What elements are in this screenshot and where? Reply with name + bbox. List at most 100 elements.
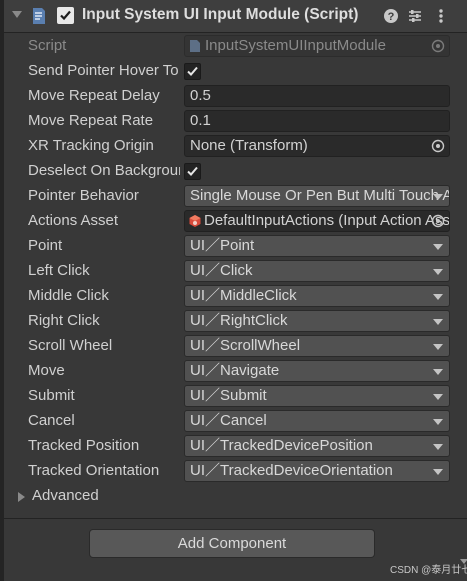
component-body: Script InputSystemUIInputModule Send Poi…	[4, 33, 467, 518]
actions-asset-value: DefaultInputActions (Input Action Asset)	[204, 212, 450, 229]
scroll-wheel-label: Scroll Wheel	[28, 337, 113, 354]
chevron-right-icon[interactable]	[18, 492, 25, 502]
advanced-label: Advanced	[32, 487, 99, 504]
submit-value: UI／Submit	[190, 387, 267, 404]
chevron-down-icon	[433, 194, 443, 200]
row-move-repeat-delay: Move Repeat Delay 0.5	[4, 84, 467, 109]
object-picker-icon[interactable]	[430, 138, 446, 154]
actions-asset-field[interactable]: DefaultInputActions (Input Action Asset)	[184, 210, 450, 232]
move-repeat-delay-label: Move Repeat Delay	[28, 87, 160, 104]
middle-click-dropdown[interactable]: UI／MiddleClick	[184, 285, 450, 307]
row-move-repeat-rate: Move Repeat Rate 0.1	[4, 109, 467, 134]
right-click-value: UI／RightClick	[190, 312, 288, 329]
left-click-value: UI／Click	[190, 262, 253, 279]
actions-asset-label: Actions Asset	[28, 212, 119, 229]
presets-icon[interactable]	[406, 7, 424, 25]
component-title: Input System UI Input Module (Script)	[82, 6, 359, 23]
cancel-dropdown[interactable]: UI／Cancel	[184, 410, 450, 432]
row-script: Script InputSystemUIInputModule	[4, 34, 467, 59]
script-component-icon	[30, 6, 48, 26]
cancel-value: UI／Cancel	[190, 412, 267, 429]
move-repeat-rate-label: Move Repeat Rate	[28, 112, 154, 129]
row-middle-click: Middle Click UI／MiddleClick	[4, 284, 467, 309]
row-move: Move UI／Navigate	[4, 359, 467, 384]
deselect-on-background-label: Deselect On Background Click	[28, 162, 180, 179]
input-action-asset-icon	[188, 214, 202, 231]
row-deselect-on-background: Deselect On Background Click	[4, 159, 467, 184]
chevron-down-icon	[433, 444, 443, 450]
inspector-panel: Input System UI Input Module (Script) ? …	[0, 0, 467, 581]
object-picker-icon[interactable]	[430, 213, 446, 229]
tracked-orientation-dropdown[interactable]: UI／TrackedDeviceOrientation	[184, 460, 450, 482]
row-right-click: Right Click UI／RightClick	[4, 309, 467, 334]
chevron-down-icon	[433, 369, 443, 375]
row-scroll-wheel: Scroll Wheel UI／ScrollWheel	[4, 334, 467, 359]
watermark: CSDN @泰月廿七	[390, 565, 467, 576]
tracked-orientation-value: UI／TrackedDeviceOrientation	[190, 462, 393, 479]
deselect-on-background-checkbox[interactable]	[184, 163, 201, 180]
middle-click-label: Middle Click	[28, 287, 109, 304]
script-value: InputSystemUIInputModule	[205, 37, 386, 54]
chevron-down-icon	[433, 419, 443, 425]
row-tracked-position: Tracked Position UI／TrackedDevicePositio…	[4, 434, 467, 459]
middle-click-value: UI／MiddleClick	[190, 287, 297, 304]
cancel-label: Cancel	[28, 412, 75, 429]
pointer-behavior-label: Pointer Behavior	[28, 187, 139, 204]
move-dropdown[interactable]: UI／Navigate	[184, 360, 450, 382]
submit-dropdown[interactable]: UI／Submit	[184, 385, 450, 407]
xr-tracking-origin-value: None (Transform)	[190, 137, 308, 154]
component-enabled-toggle[interactable]	[57, 7, 74, 24]
help-icon[interactable]: ?	[382, 7, 400, 25]
move-repeat-delay-input[interactable]: 0.5	[184, 85, 450, 107]
row-xr-tracking-origin: XR Tracking Origin None (Transform)	[4, 134, 467, 159]
divider	[4, 518, 467, 519]
submit-label: Submit	[28, 387, 75, 404]
chevron-down-icon	[433, 319, 443, 325]
row-tracked-orientation: Tracked Orientation UI／TrackedDeviceOrie…	[4, 459, 467, 484]
scroll-wheel-dropdown[interactable]: UI／ScrollWheel	[184, 335, 450, 357]
send-pointer-hover-label: Send Pointer Hover To Parent	[28, 62, 180, 79]
xr-tracking-origin-field[interactable]: None (Transform)	[184, 135, 450, 157]
row-submit: Submit UI／Submit	[4, 384, 467, 409]
tracked-position-label: Tracked Position	[28, 437, 140, 454]
chevron-down-icon	[433, 294, 443, 300]
move-label: Move	[28, 362, 65, 379]
add-component-button[interactable]: Add Component	[89, 529, 375, 558]
row-point: Point UI／Point	[4, 234, 467, 259]
chevron-down-icon[interactable]	[12, 11, 22, 18]
advanced-foldout[interactable]: Advanced	[4, 484, 467, 509]
tracked-orientation-label: Tracked Orientation	[28, 462, 160, 479]
row-send-pointer-hover: Send Pointer Hover To Parent	[4, 59, 467, 84]
chevron-down-icon	[433, 269, 443, 275]
tracked-position-dropdown[interactable]: UI／TrackedDevicePosition	[184, 435, 450, 457]
script-label: Script	[28, 37, 67, 54]
scroll-wheel-value: UI／ScrollWheel	[190, 337, 301, 354]
point-dropdown[interactable]: UI／Point	[184, 235, 450, 257]
point-label: Point	[28, 237, 63, 254]
component-header[interactable]: Input System UI Input Module (Script) ?	[4, 0, 467, 33]
xr-tracking-origin-label: XR Tracking Origin	[28, 137, 154, 154]
move-value: UI／Navigate	[190, 362, 280, 379]
point-value: UI／Point	[190, 237, 255, 254]
chevron-down-icon	[433, 469, 443, 475]
left-click-label: Left Click	[28, 262, 90, 279]
right-click-label: Right Click	[28, 312, 100, 329]
chevron-down-icon	[433, 394, 443, 400]
chevron-down-icon	[433, 344, 443, 350]
row-actions-asset: Actions Asset DefaultInputActions (Input…	[4, 209, 467, 234]
right-click-dropdown[interactable]: UI／RightClick	[184, 310, 450, 332]
object-picker-icon[interactable]	[430, 38, 446, 54]
chevron-down-icon	[433, 244, 443, 250]
script-file-icon	[189, 39, 202, 56]
move-repeat-rate-input[interactable]: 0.1	[184, 110, 450, 132]
left-click-dropdown[interactable]: UI／Click	[184, 260, 450, 282]
svg-text:?: ?	[388, 11, 395, 23]
tracked-position-value: UI／TrackedDevicePosition	[190, 437, 373, 454]
script-field[interactable]: InputSystemUIInputModule	[184, 35, 450, 57]
row-cancel: Cancel UI／Cancel	[4, 409, 467, 434]
row-left-click: Left Click UI／Click	[4, 259, 467, 284]
pointer-behavior-dropdown[interactable]: Single Mouse Or Pen But Multi Touch And …	[184, 185, 450, 207]
pointer-behavior-value: Single Mouse Or Pen But Multi Touch And …	[190, 187, 449, 204]
send-pointer-hover-checkbox[interactable]	[184, 63, 201, 80]
kebab-menu-icon[interactable]	[432, 7, 450, 25]
